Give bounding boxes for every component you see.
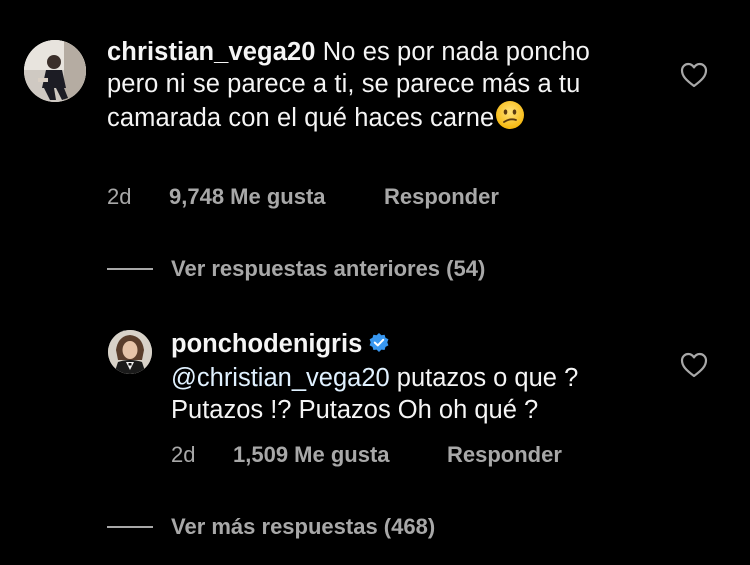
likes-count[interactable]: 1,509 Me gusta: [233, 442, 390, 468]
confused-face-emoji-icon: [495, 100, 525, 138]
view-replies-label: Ver respuestas anteriores (54): [171, 256, 486, 281]
comment-timestamp[interactable]: 2d: [171, 442, 195, 468]
comment-body: ponchodenigris @christian_vega20 putazos…: [171, 328, 651, 426]
view-replies-label: Ver más respuestas (468): [171, 514, 436, 539]
view-more-replies-button[interactable]: Ver más respuestas (468): [107, 514, 435, 540]
comment-text-line2: Putazos !? Putazos Oh oh qué ?: [171, 396, 539, 424]
comment-timestamp[interactable]: 2d: [107, 184, 131, 210]
view-previous-replies-button[interactable]: Ver respuestas anteriores (54): [107, 256, 485, 282]
comment-body: christian_vega20 No es por nada poncho p…: [107, 36, 647, 138]
replies-divider-line: [107, 268, 153, 270]
replies-divider-line: [107, 526, 153, 528]
like-heart-icon[interactable]: [680, 352, 708, 378]
avatar[interactable]: [108, 330, 152, 374]
reply-button[interactable]: Responder: [384, 184, 499, 210]
comment-text-line1: putazos o que ?: [389, 364, 579, 392]
likes-count[interactable]: 9,748 Me gusta: [169, 184, 326, 210]
comment-username[interactable]: christian_vega20: [107, 38, 316, 66]
like-heart-icon[interactable]: [680, 62, 708, 88]
avatar[interactable]: [24, 40, 86, 102]
verified-badge-icon: [368, 330, 390, 362]
comment-username[interactable]: ponchodenigris: [171, 330, 362, 358]
mention-link[interactable]: @christian_vega20: [171, 364, 390, 392]
reply-button[interactable]: Responder: [447, 442, 562, 468]
